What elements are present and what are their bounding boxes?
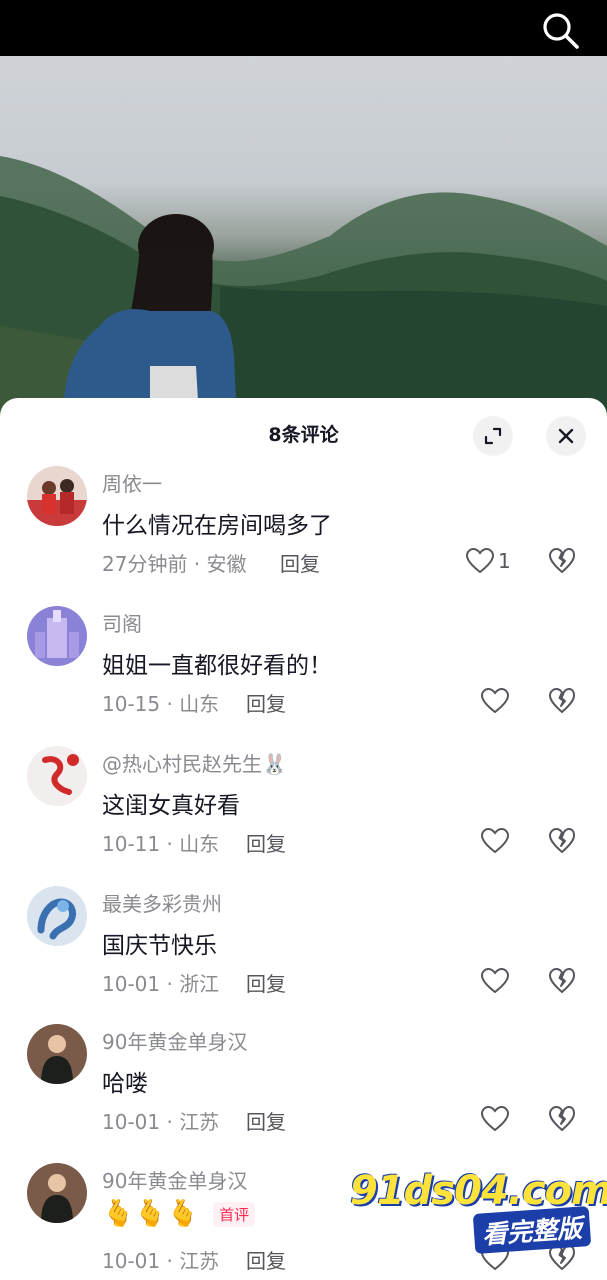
comment-meta: 27分钟前 · 安徽 bbox=[102, 552, 247, 576]
broken-heart-icon bbox=[549, 1106, 575, 1131]
comment-emoji-row: 🫰🫰🫰 首评 bbox=[102, 1199, 256, 1229]
comment-item: @热心村民赵先生🐰 这闺女真好看 10-11 · 山东 回复 bbox=[0, 746, 607, 876]
reply-button[interactable]: 回复 bbox=[280, 548, 320, 577]
expand-button[interactable] bbox=[473, 416, 513, 456]
reply-button[interactable]: 回复 bbox=[246, 688, 286, 717]
heart-icon bbox=[480, 1105, 510, 1132]
broken-heart-icon bbox=[549, 968, 575, 993]
comment-emoji: 🫰🫰🫰 bbox=[102, 1199, 200, 1229]
comment-username[interactable]: 90年黄金单身汉 bbox=[102, 1026, 247, 1055]
comment-text: 什么情况在房间喝多了 bbox=[102, 513, 332, 539]
comment-meta: 10-01 · 江苏 bbox=[102, 1249, 220, 1273]
avatar[interactable] bbox=[27, 606, 87, 666]
dislike-button[interactable] bbox=[548, 547, 576, 575]
avatar[interactable] bbox=[27, 886, 87, 946]
comment-meta: 10-01 · 浙江 bbox=[102, 972, 220, 996]
dislike-button[interactable] bbox=[548, 827, 576, 855]
watermark-overlay[interactable]: 91ds04.com 看完整版 bbox=[350, 1168, 607, 1258]
video-player[interactable] bbox=[0, 56, 607, 416]
comment-username[interactable]: @热心村民赵先生🐰 bbox=[102, 748, 287, 777]
like-button[interactable] bbox=[465, 547, 495, 575]
avatar[interactable] bbox=[27, 746, 87, 806]
comment-username[interactable]: 司阁 bbox=[102, 608, 142, 637]
like-button[interactable] bbox=[480, 1105, 510, 1133]
comment-text: 这闺女真好看 bbox=[102, 793, 240, 819]
close-button[interactable] bbox=[546, 416, 586, 456]
broken-heart-icon bbox=[549, 548, 575, 573]
comment-meta: 10-11 · 山东 bbox=[102, 832, 220, 856]
comments-sheet: 8条评论 周依一 什么情况在房间喝多了 27分钟前 · 安徽 回复 1 司阁 姐… bbox=[0, 398, 607, 1280]
broken-heart-icon bbox=[549, 828, 575, 853]
dislike-button[interactable] bbox=[548, 967, 576, 995]
broken-heart-icon bbox=[549, 688, 575, 713]
video-frame bbox=[0, 156, 607, 416]
watermark-tagline: 看完整版 bbox=[472, 1206, 592, 1254]
avatar[interactable] bbox=[27, 1163, 87, 1223]
avatar[interactable] bbox=[27, 1024, 87, 1084]
search-button[interactable] bbox=[541, 12, 581, 50]
first-comment-badge: 首评 bbox=[213, 1201, 256, 1227]
dislike-button[interactable] bbox=[548, 1105, 576, 1133]
comment-username[interactable]: 90年黄金单身汉 bbox=[102, 1165, 247, 1194]
heart-icon bbox=[480, 967, 510, 994]
like-button[interactable] bbox=[480, 967, 510, 995]
heart-icon bbox=[465, 547, 495, 574]
close-icon bbox=[558, 428, 574, 444]
like-button[interactable] bbox=[480, 827, 510, 855]
reply-button[interactable]: 回复 bbox=[246, 828, 286, 857]
dislike-button[interactable] bbox=[548, 687, 576, 715]
comment-item: 最美多彩贵州 国庆节快乐 10-01 · 浙江 回复 bbox=[0, 886, 607, 1016]
avatar[interactable] bbox=[27, 466, 87, 526]
like-button[interactable] bbox=[480, 687, 510, 715]
like-count: 1 bbox=[498, 549, 511, 573]
comment-text: 姐姐一直都很好看的！ bbox=[102, 653, 332, 679]
comment-meta: 10-15 · 山东 bbox=[102, 692, 220, 716]
comment-item: 司阁 姐姐一直都很好看的！ 10-15 · 山东 回复 bbox=[0, 606, 607, 736]
comment-username[interactable]: 最美多彩贵州 bbox=[102, 888, 222, 917]
reply-button[interactable]: 回复 bbox=[246, 1106, 286, 1135]
reply-button[interactable]: 回复 bbox=[246, 968, 286, 997]
search-icon bbox=[543, 13, 579, 49]
comment-item: 周依一 什么情况在房间喝多了 27分钟前 · 安徽 回复 1 bbox=[0, 466, 607, 596]
comment-item: 90年黄金单身汉 哈喽 10-01 · 江苏 回复 bbox=[0, 1024, 607, 1154]
comments-title: 8条评论 bbox=[268, 424, 339, 446]
top-bar bbox=[0, 0, 607, 56]
reply-button[interactable]: 回复 bbox=[246, 1245, 286, 1274]
expand-icon bbox=[484, 427, 502, 445]
comment-text: 国庆节快乐 bbox=[102, 933, 217, 959]
comment-username[interactable]: 周依一 bbox=[102, 468, 162, 497]
comment-text: 哈喽 bbox=[102, 1071, 148, 1097]
heart-icon bbox=[480, 827, 510, 854]
comment-meta: 10-01 · 江苏 bbox=[102, 1110, 220, 1134]
heart-icon bbox=[480, 687, 510, 714]
